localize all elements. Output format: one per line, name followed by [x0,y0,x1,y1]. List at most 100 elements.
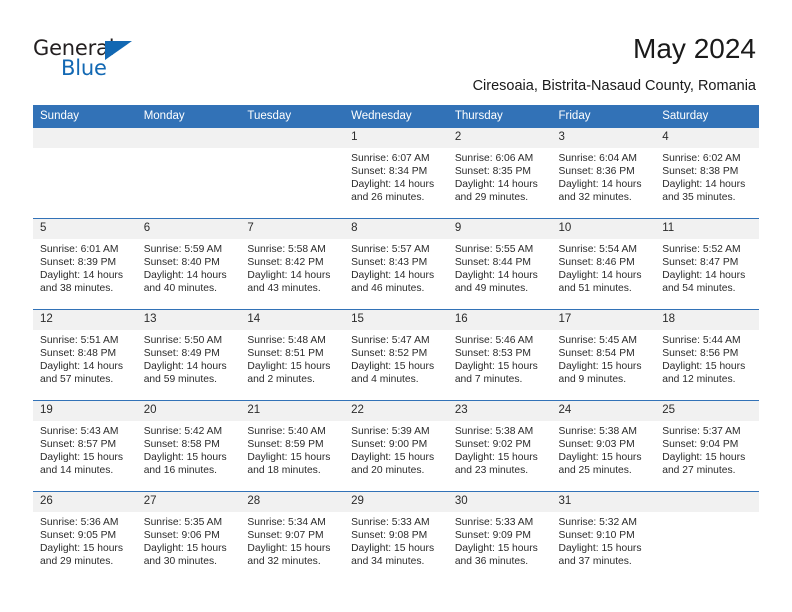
day-number [655,492,759,512]
sunset-text: Sunset: 9:08 PM [351,530,428,542]
day-cell: 4 Sunrise: 6:02 AM Sunset: 8:38 PM Daylight… [655,128,759,218]
day-cell-empty [33,128,137,218]
calendar-day-cell[interactable]: 12 Sunrise: 5:51 AM Sunset: 8:48 PM Dayligh… [33,309,137,401]
daylight-text-line1: Daylight: 15 hours [558,543,642,555]
daylight-text-line2: and 32 minutes. [558,192,632,204]
sunrise-text: Sunrise: 5:52 AM [662,244,741,255]
calendar-day-cell[interactable]: 14 Sunrise: 5:48 AM Sunset: 8:51 PM Dayligh… [240,309,345,401]
day-number: 13 [136,310,241,330]
calendar-day-cell[interactable]: 28 Sunrise: 5:34 AM Sunset: 9:07 PM Dayligh… [240,491,345,582]
calendar-day-cell[interactable]: 30 Sunrise: 5:33 AM Sunset: 9:09 PM Dayligh… [447,491,552,582]
weekday-header-tuesday: Tuesday [240,105,345,128]
sunrise-text: Sunrise: 5:54 AM [558,244,637,255]
day-number: 9 [447,219,552,239]
day-number: 16 [447,310,552,330]
day-sun-info: Sunrise: 5:39 AM Sunset: 9:00 PM Daylight:… [344,421,448,477]
calendar-day-cell[interactable]: 19 Sunrise: 5:43 AM Sunset: 8:57 PM Dayligh… [33,400,137,492]
sunset-text: Sunset: 8:47 PM [662,257,739,269]
calendar-day-cell[interactable]: 13 Sunrise: 5:50 AM Sunset: 8:49 PM Dayligh… [136,309,241,401]
calendar-day-cell[interactable]: 6 Sunrise: 5:59 AM Sunset: 8:40 PM Daylight… [136,218,241,310]
weekday-header-friday: Friday [551,105,656,128]
sunrise-text: Sunrise: 6:04 AM [558,153,637,164]
calendar-day-cell[interactable] [33,128,137,219]
sunrise-text: Sunrise: 6:06 AM [454,153,534,164]
calendar-day-cell[interactable] [136,128,241,219]
page-title: May 2024 [633,33,756,64]
calendar-day-cell[interactable]: 7 Sunrise: 5:58 AM Sunset: 8:42 PM Daylight… [240,218,345,310]
calendar-day-cell[interactable]: 18 Sunrise: 5:44 AM Sunset: 8:56 PM Dayligh… [655,309,759,401]
calendar-day-cell[interactable]: 4 Sunrise: 6:02 AM Sunset: 8:38 PM Daylight… [655,128,759,219]
day-sun-info: Sunrise: 5:52 AM Sunset: 8:47 PM Daylight:… [655,239,759,295]
weekday-header-monday: Monday [136,105,241,128]
calendar-day-cell[interactable]: 22 Sunrise: 5:39 AM Sunset: 9:00 PM Dayligh… [344,400,448,492]
day-number [240,128,345,148]
calendar-day-cell[interactable]: 2 Sunrise: 6:06 AM Sunset: 8:35 PM Daylight… [447,128,552,219]
day-number: 6 [136,219,241,239]
daylight-text-line1: Daylight: 15 hours [351,543,435,555]
daylight-text-line1: Daylight: 14 hours [558,270,642,282]
daylight-text-line1: Daylight: 14 hours [558,179,642,191]
day-cell: 29 Sunrise: 5:33 AM Sunset: 9:08 PM Dayligh… [344,492,448,582]
calendar-day-cell[interactable]: 17 Sunrise: 5:45 AM Sunset: 8:54 PM Dayligh… [551,309,656,401]
daylight-text-line1: Daylight: 14 hours [247,270,331,282]
day-sun-info: Sunrise: 5:43 AM Sunset: 8:57 PM Daylight:… [33,421,137,477]
weekday-header-saturday: Saturday [655,105,759,128]
calendar-day-cell[interactable] [655,491,759,582]
sunset-text: Sunset: 8:49 PM [143,348,220,360]
sunset-text: Sunset: 8:38 PM [662,166,739,178]
day-cell: 25 Sunrise: 5:37 AM Sunset: 9:04 PM Dayligh… [655,401,759,491]
daylight-text-line2: and 25 minutes. [558,465,632,477]
day-number: 28 [240,492,345,512]
day-number: 25 [655,401,759,421]
daylight-text-line2: and 49 minutes. [454,283,529,295]
calendar-day-cell[interactable]: 8 Sunrise: 5:57 AM Sunset: 8:43 PM Daylight… [344,218,448,310]
day-sun-info: Sunrise: 5:33 AM Sunset: 9:09 PM Daylight:… [448,512,552,568]
calendar-day-cell[interactable]: 31 Sunrise: 5:32 AM Sunset: 9:10 PM Dayligh… [551,491,656,582]
day-sun-info: Sunrise: 5:51 AM Sunset: 8:48 PM Daylight:… [33,330,137,386]
calendar-day-cell[interactable]: 16 Sunrise: 5:46 AM Sunset: 8:53 PM Dayligh… [447,309,552,401]
calendar-day-cell[interactable]: 23 Sunrise: 5:38 AM Sunset: 9:02 PM Dayligh… [447,400,552,492]
day-cell: 15 Sunrise: 5:47 AM Sunset: 8:52 PM Dayligh… [344,310,448,400]
sunset-text: Sunset: 8:59 PM [247,439,324,451]
calendar-day-cell[interactable]: 15 Sunrise: 5:47 AM Sunset: 8:52 PM Dayligh… [344,309,448,401]
calendar-day-cell[interactable]: 3 Sunrise: 6:04 AM Sunset: 8:36 PM Daylight… [551,128,656,219]
daylight-text-line1: Daylight: 14 hours [40,270,123,282]
calendar-day-cell[interactable]: 24 Sunrise: 5:38 AM Sunset: 9:03 PM Dayligh… [551,400,656,492]
day-cell: 28 Sunrise: 5:34 AM Sunset: 9:07 PM Dayligh… [240,492,345,582]
sunset-text: Sunset: 8:35 PM [454,166,531,178]
sunset-text: Sunset: 8:36 PM [558,166,635,178]
calendar-day-cell[interactable]: 5 Sunrise: 6:01 AM Sunset: 8:39 PM Daylight… [33,218,137,310]
day-cell: 26 Sunrise: 5:36 AM Sunset: 9:05 PM Dayligh… [33,492,137,582]
sunset-text: Sunset: 8:54 PM [558,348,635,360]
calendar-day-cell[interactable]: 20 Sunrise: 5:42 AM Sunset: 8:58 PM Dayligh… [136,400,241,492]
daylight-text-line1: Daylight: 15 hours [662,452,746,464]
general-blue-logo[interactable]: General Blue [33,36,223,84]
sunrise-text: Sunrise: 6:07 AM [351,153,430,164]
calendar-day-cell[interactable]: 29 Sunrise: 5:33 AM Sunset: 9:08 PM Dayligh… [344,491,448,582]
calendar-day-cell[interactable]: 1 Sunrise: 6:07 AM Sunset: 8:34 PM Daylight… [344,128,448,219]
day-cell: 16 Sunrise: 5:46 AM Sunset: 8:53 PM Dayligh… [447,310,552,400]
sunset-text: Sunset: 8:57 PM [40,439,117,451]
day-number: 27 [136,492,241,512]
calendar-day-cell[interactable]: 9 Sunrise: 5:55 AM Sunset: 8:44 PM Daylight… [447,218,552,310]
daylight-text-line2: and 14 minutes. [40,465,114,477]
calendar-day-cell[interactable]: 21 Sunrise: 5:40 AM Sunset: 8:59 PM Dayligh… [240,400,345,492]
daylight-text-line1: Daylight: 14 hours [454,270,538,282]
calendar-day-cell[interactable]: 10 Sunrise: 5:54 AM Sunset: 8:46 PM Dayligh… [551,218,656,310]
sunrise-text: Sunrise: 5:43 AM [40,426,119,437]
daylight-text-line1: Daylight: 15 hours [247,543,331,555]
calendar-day-cell[interactable]: 27 Sunrise: 5:35 AM Sunset: 9:06 PM Dayligh… [136,491,241,582]
calendar-week-row: 12 Sunrise: 5:51 AM Sunset: 8:48 PM Dayligh… [33,309,759,401]
day-number: 17 [551,310,656,330]
daylight-text-line1: Daylight: 15 hours [143,543,227,555]
calendar-day-cell[interactable]: 25 Sunrise: 5:37 AM Sunset: 9:04 PM Dayligh… [655,400,759,492]
day-number: 29 [344,492,448,512]
calendar-day-cell[interactable]: 11 Sunrise: 5:52 AM Sunset: 8:47 PM Dayligh… [655,218,759,310]
daylight-text-line2: and 57 minutes. [40,374,114,386]
day-sun-info: Sunrise: 5:44 AM Sunset: 8:56 PM Daylight:… [655,330,759,386]
day-sun-info: Sunrise: 5:54 AM Sunset: 8:46 PM Daylight:… [552,239,656,295]
day-sun-info: Sunrise: 5:57 AM Sunset: 8:43 PM Daylight:… [344,239,448,295]
calendar-day-cell[interactable] [240,128,345,219]
sunset-text: Sunset: 8:44 PM [454,257,531,269]
calendar-day-cell[interactable]: 26 Sunrise: 5:36 AM Sunset: 9:05 PM Dayligh… [33,491,137,582]
